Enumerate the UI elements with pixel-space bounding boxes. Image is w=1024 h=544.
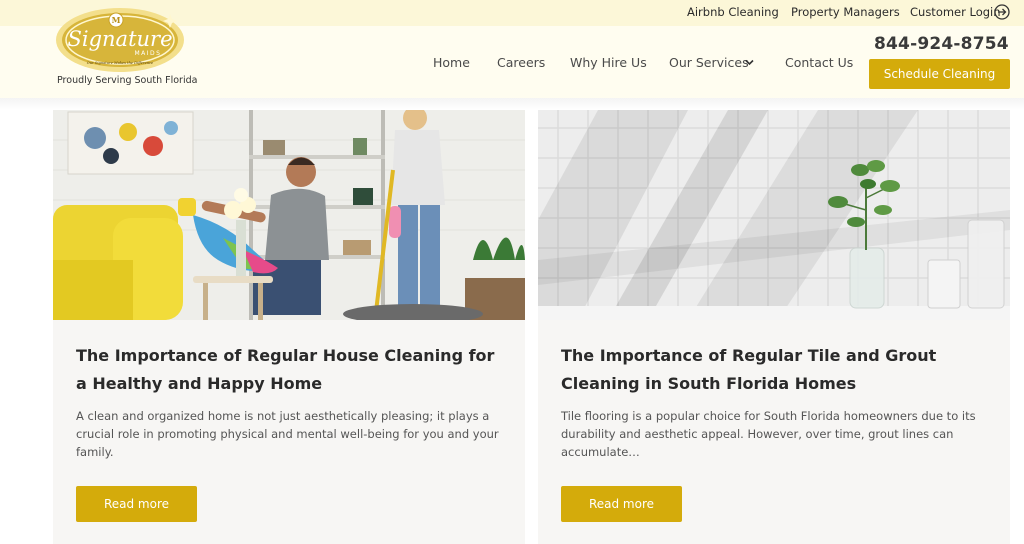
blog-card: The Importance of Regular Tile and Grout… bbox=[538, 110, 1010, 544]
post-excerpt: A clean and organized home is not just a… bbox=[76, 409, 499, 459]
blog-card: The Importance of Regular House Cleaning… bbox=[53, 110, 525, 544]
schedule-cleaning-button[interactable]: Schedule Cleaning bbox=[869, 59, 1010, 89]
read-more-button[interactable]: Read more bbox=[561, 486, 682, 522]
logo-wordmark: Signature bbox=[67, 27, 172, 51]
svg-text:M: M bbox=[112, 15, 121, 25]
site-header: M Signature MAIDS Our Signature Makes th… bbox=[0, 8, 1024, 98]
property-managers-link[interactable]: Property Managers bbox=[791, 5, 900, 19]
post-title[interactable]: The Importance of Regular House Cleaning… bbox=[76, 342, 506, 398]
nav-contact-us[interactable]: Contact Us bbox=[785, 55, 853, 70]
nav-home[interactable]: Home bbox=[433, 55, 470, 70]
post-excerpt: Tile flooring is a popular choice for So… bbox=[561, 409, 976, 459]
nav-careers[interactable]: Careers bbox=[497, 55, 545, 70]
logo-slogan: Our Signature Makes the Difference bbox=[87, 61, 153, 65]
read-more-button[interactable]: Read more bbox=[76, 486, 197, 522]
nav-why-hire-us[interactable]: Why Hire Us bbox=[570, 55, 647, 70]
header-shadow bbox=[0, 98, 1024, 110]
post-title[interactable]: The Importance of Regular Tile and Grout… bbox=[561, 342, 991, 398]
house-cleaning-photo[interactable] bbox=[53, 110, 525, 320]
customer-login-link[interactable]: Customer Login bbox=[910, 5, 1001, 19]
phone-number[interactable]: 844-924-8754 bbox=[874, 34, 1009, 54]
tile-cleaning-photo[interactable] bbox=[538, 110, 1010, 320]
chevron-down-icon[interactable] bbox=[745, 59, 754, 66]
nav-our-services[interactable]: Our Services bbox=[669, 55, 749, 70]
tagline: Proudly Serving South Florida bbox=[57, 75, 198, 86]
login-arrow-icon[interactable] bbox=[994, 4, 1010, 20]
airbnb-cleaning-link[interactable]: Airbnb Cleaning bbox=[687, 5, 779, 19]
logo-subtext: MAIDS bbox=[135, 50, 162, 57]
